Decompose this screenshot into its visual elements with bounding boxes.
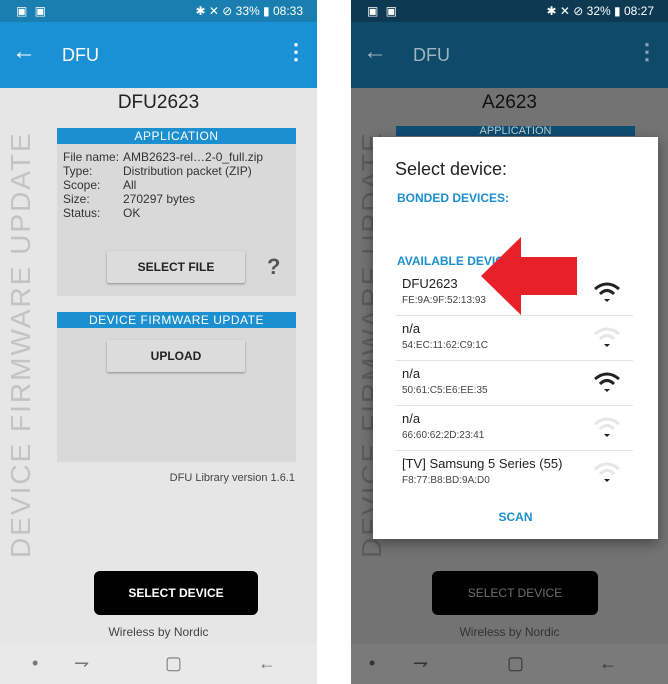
nav-dot-icon: • <box>369 653 376 673</box>
help-icon[interactable]: ? <box>267 254 280 280</box>
device-mac: 50:61:C5:E6:EE:35 <box>402 385 488 396</box>
file-name-value: AMB2623-rel…2-0_full.zip <box>123 150 264 164</box>
home-icon[interactable]: ▢ <box>507 654 524 672</box>
file-info: File name: AMB2623-rel…2-0_full.zip Type:… <box>63 150 263 220</box>
dfu-header: DEVICE FIRMWARE UPDATE <box>57 312 296 328</box>
device-title: DFU2623 <box>117 92 200 113</box>
device-item[interactable]: n/a 66:60:62:2D:23:41 <box>396 406 633 451</box>
dfu-screen: ▣ ▣ ✱ ✕ ⊘ 33% ▮ 08:33 ← DFU ⋮ DFU2623 DE… <box>0 0 317 684</box>
signal-strong-icon <box>594 372 620 392</box>
device-mac: 66:60:62:2D:23:41 <box>402 430 485 441</box>
notification-icons: ▣ ▣ <box>16 4 49 18</box>
footer-text: Wireless by Nordic <box>459 625 560 639</box>
scan-button[interactable]: SCAN <box>373 510 658 524</box>
back-arrow-icon: ← <box>363 38 387 65</box>
vertical-label: DEVICE FIRMWARE UPDATE <box>5 131 36 558</box>
overflow-menu-icon: ⋮ <box>636 39 658 64</box>
signal-weak-icon <box>594 417 620 437</box>
device-name: n/a <box>402 411 421 426</box>
signal-weak-icon <box>594 327 620 347</box>
device-mac: 54:EC:11:62:C9:1C <box>402 340 488 351</box>
dialog-title: Select device: <box>395 159 508 179</box>
select-device-dialog: Select device: BONDED DEVICES: AVAILABLE… <box>373 137 658 539</box>
back-arrow-icon[interactable]: ← <box>12 40 36 64</box>
app-title: DFU <box>413 45 450 65</box>
select-file-button[interactable]: SELECT FILE <box>107 251 245 283</box>
app-bar: ← DFU ⋮ <box>0 22 317 88</box>
type-label: Type: <box>63 164 93 178</box>
device-title: A2623 <box>482 92 537 113</box>
status-value: OK <box>123 206 141 220</box>
status-label: Status: <box>63 206 101 220</box>
recent-apps-icon[interactable]: ⇁ <box>413 654 428 672</box>
notification-icons: ▣ ▣ <box>367 4 400 18</box>
device-item[interactable]: n/a 54:EC:11:62:C9:1C <box>396 316 633 361</box>
screen-divider <box>317 0 351 684</box>
application-header: APPLICATION <box>396 126 635 136</box>
application-header: APPLICATION <box>57 128 296 144</box>
navigation-bar: • ⇁ ▢ ← <box>0 644 317 684</box>
device-mac: F8:77:B8:BD:9A:D0 <box>402 475 490 486</box>
device-item[interactable]: [TV] Samsung 5 Series (55) F8:77:B8:BD:9… <box>396 451 633 495</box>
status-right: ✱ ✕ ⊘ 33% ▮ 08:33 <box>195 4 303 18</box>
red-arrow-icon <box>481 237 577 315</box>
overflow-menu-icon[interactable]: ⋮ <box>285 40 307 64</box>
home-icon[interactable]: ▢ <box>165 654 182 672</box>
scope-label: Scope: <box>63 178 101 192</box>
status-bar: ▣ ▣ ✱ ✕ ⊘ 33% ▮ 08:33 <box>0 0 317 22</box>
file-name-label: File name: <box>63 150 120 164</box>
device-name: DFU2623 <box>402 276 458 291</box>
back-icon[interactable]: ← <box>599 654 617 672</box>
scope-value: All <box>123 178 137 192</box>
back-icon[interactable]: ← <box>258 654 276 672</box>
dfu-panel: DEVICE FIRMWARE UPDATE UPLOAD <box>57 312 296 462</box>
select-device-screen: ▣ ▣ ✱ ✕ ⊘ 32% ▮ 08:27 ← DFU ⋮ A2623 APPL… <box>351 0 668 684</box>
type-value: Distribution packet (ZIP) <box>123 164 252 178</box>
select-device-button[interactable]: SELECT DEVICE <box>94 571 258 615</box>
nav-dot-icon: • <box>32 653 39 673</box>
size-label: Size: <box>63 192 90 206</box>
status-right: ✱ ✕ ⊘ 32% ▮ 08:27 <box>546 4 654 18</box>
upload-button[interactable]: UPLOAD <box>107 340 245 372</box>
signal-weak-icon <box>594 462 620 482</box>
select-device-button: SELECT DEVICE <box>432 571 598 615</box>
bonded-devices-header: BONDED DEVICES: <box>397 191 510 205</box>
device-name: [TV] Samsung 5 Series (55) <box>402 456 563 471</box>
signal-strong-icon <box>594 282 620 302</box>
device-name: n/a <box>402 321 421 336</box>
application-panel: APPLICATION File name: AMB2623-rel…2-0_fu… <box>57 128 296 296</box>
footer-text: Wireless by Nordic <box>108 625 209 639</box>
navigation-bar: • ⇁ ▢ ← <box>351 644 668 684</box>
content-area: DFU2623 DEVICE FIRMWARE UPDATE APPLICATI… <box>0 88 317 644</box>
device-mac: FE:9A:9F:52:13:93 <box>402 295 486 306</box>
app-title: DFU <box>62 45 99 65</box>
size-value: 270297 bytes <box>123 192 196 206</box>
status-bar: ▣ ▣ ✱ ✕ ⊘ 32% ▮ 08:27 <box>351 0 668 22</box>
device-name: n/a <box>402 366 421 381</box>
library-version: DFU Library version 1.6.1 <box>169 472 295 484</box>
recent-apps-icon[interactable]: ⇁ <box>74 654 89 672</box>
device-item[interactable]: n/a 50:61:C5:E6:EE:35 <box>396 361 633 406</box>
app-bar: ← DFU ⋮ <box>351 22 668 88</box>
